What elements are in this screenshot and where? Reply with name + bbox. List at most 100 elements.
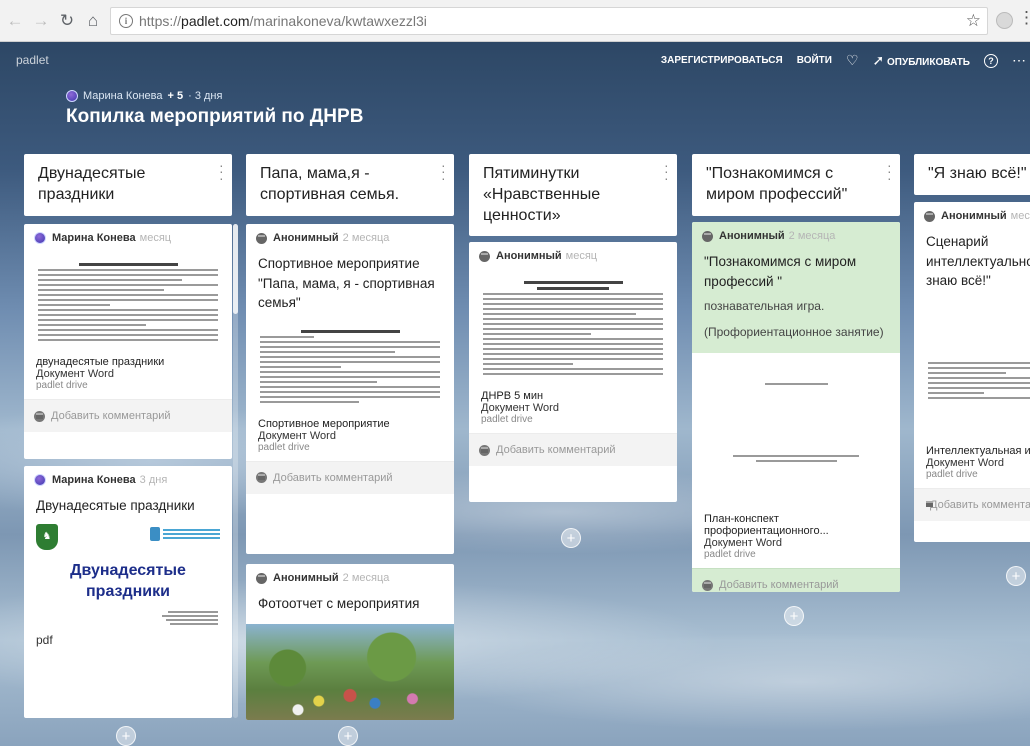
plus-icon: + [566, 529, 576, 547]
more-dots-icon[interactable]: ⋯ [1012, 52, 1026, 69]
post-card[interactable]: Анонимный месяц Сценарий интеллектуально… [914, 202, 1030, 542]
document-preview[interactable] [256, 320, 444, 412]
attachment-title[interactable]: Интеллектуальная игра [914, 443, 1030, 457]
post-author: Анонимный 2 месяца [692, 222, 900, 248]
anonymous-user-icon [256, 572, 267, 584]
info-icon[interactable]: i [119, 14, 133, 28]
attachment-type: pdf [36, 632, 53, 647]
plus-icon: + [789, 607, 799, 625]
post-author: Марина Конева 3 дня [24, 466, 232, 492]
back-arrow-icon[interactable]: ← [4, 10, 26, 32]
post-card[interactable]: Марина Конева месяц двунадесятые праздни… [24, 224, 232, 459]
post-author: Анонимный 2 месяца [246, 224, 454, 250]
author-name: Анонимный [496, 250, 562, 262]
post-time: месяц [1010, 210, 1030, 222]
post-author: Анонимный 2 месяца [246, 564, 454, 590]
column-header[interactable]: "Я знаю всё!" [914, 154, 1030, 195]
column-menu-icon[interactable]: · · · [219, 158, 224, 185]
forward-arrow-icon[interactable]: → [30, 10, 52, 32]
add-comment[interactable]: Добавить комментарий [914, 487, 1030, 521]
reload-icon[interactable]: ↻ [56, 10, 78, 32]
post-body-line: познавательная игра. [704, 299, 825, 314]
anonymous-user-icon [702, 230, 713, 242]
event-photo[interactable] [246, 623, 454, 720]
post-card[interactable]: Анонимный 2 месяца Спортивное мероприяти… [246, 224, 454, 554]
scrollbar-thumb[interactable] [233, 224, 238, 314]
browser-menu-icon[interactable]: ⋮ [1018, 8, 1030, 28]
user-icon [256, 472, 267, 484]
document-preview[interactable] [34, 254, 222, 350]
add-post-button[interactable]: + [116, 726, 136, 746]
home-icon[interactable]: ⌂ [82, 10, 104, 32]
post-title: Спортивное мероприятие "Папа, мама, я - … [258, 256, 435, 311]
share-arrow-icon: ➚ [872, 52, 885, 68]
login-link[interactable]: ВОЙТИ [797, 55, 832, 66]
column-title: Двунадесятые праздники [38, 165, 146, 203]
avatar[interactable] [66, 90, 78, 102]
attachment-title[interactable]: Спортивное мероприятие [246, 416, 454, 430]
add-comment[interactable]: Добавить комментарий [246, 460, 454, 494]
attachment-source: padlet drive [481, 414, 533, 425]
column-menu-icon[interactable]: · · · [441, 158, 446, 185]
post-card[interactable]: Анонимный месяц ДНРВ 5 мин Документ Word… [469, 242, 677, 502]
author-name: Анонимный [941, 210, 1007, 222]
post-card[interactable]: Анонимный 2 месяца Фотоотчет с мероприят… [246, 564, 454, 720]
column-header[interactable]: Пятиминутки «Нравственные ценности» · · · [469, 154, 677, 237]
padlet-board: padlet ЗАРЕГИСТРИРОВАТЬСЯ ВОЙТИ ♡ ➚ ОПУБ… [0, 42, 1030, 746]
attachment-type: Документ Word [481, 402, 559, 414]
add-post-button[interactable]: + [1006, 566, 1026, 586]
column-title: "Познакомимся с миром профессий" [706, 165, 848, 203]
add-comment[interactable]: Добавить комментарий [692, 568, 900, 592]
author-name: Анонимный [719, 230, 785, 242]
attachment-type: Документ Word [36, 368, 114, 380]
avatar [34, 474, 46, 486]
add-post-button[interactable]: + [784, 606, 804, 626]
publish-label: ОПУБЛИКОВАТЬ [887, 57, 970, 68]
attachment-title[interactable]: ДНРВ 5 мин [469, 388, 677, 402]
post-title: Сценарий интеллектуальной игры "Я знаю в… [926, 234, 1030, 289]
column-header[interactable]: "Познакомимся с миром профессий" · · · [692, 154, 900, 216]
add-comment-label: Добавить комментарий [273, 471, 393, 484]
add-post-button[interactable]: + [338, 726, 358, 746]
url-path: /marinakoneva/kwtawxezzl3i [249, 13, 427, 29]
post-author: Анонимный месяц [469, 242, 677, 268]
post-card[interactable]: Анонимный 2 месяца "Познакомимся с миром… [692, 222, 900, 592]
attachment-title[interactable]: План-конспект профориентационного... [692, 511, 900, 537]
signup-link[interactable]: ЗАРЕГИСТРИРОВАТЬСЯ [661, 55, 783, 66]
post-time: месяц [139, 232, 172, 244]
column-header[interactable]: Папа, мама,я - спортивная семья. · · · [246, 154, 454, 216]
board-author[interactable]: Марина Конева [83, 90, 162, 102]
add-comment-label: Добавить комментарий [496, 444, 616, 456]
address-bar[interactable]: i https://padlet.com/marinakoneva/kwtawx… [110, 7, 988, 35]
post-time: 2 месяца [342, 232, 390, 244]
plus-icon: + [1011, 567, 1021, 585]
add-comment[interactable]: Добавить комментарий [24, 399, 232, 432]
heart-icon[interactable]: ♡ [846, 52, 859, 69]
attachment-source: padlet drive [926, 468, 978, 480]
document-preview[interactable] [702, 357, 890, 508]
column-menu-icon[interactable]: · · · [664, 158, 669, 185]
post-time: 2 месяца [342, 572, 390, 584]
column-header[interactable]: Двунадесятые праздники · · · [24, 154, 232, 216]
attachment-source: padlet drive [704, 549, 756, 561]
document-preview[interactable] [924, 298, 1030, 439]
column-menu-icon[interactable]: · · · [887, 158, 892, 185]
column-title: "Я знаю всё!" [928, 165, 1027, 182]
add-comment[interactable]: Добавить комментарий [469, 433, 677, 466]
add-post-button[interactable]: + [561, 528, 581, 548]
avatar [34, 232, 46, 244]
publish-button[interactable]: ➚ ОПУБЛИКОВАТЬ [873, 52, 970, 69]
add-comment-label: Добавить комментарий [719, 579, 839, 592]
extension-icon[interactable] [996, 12, 1013, 29]
document-preview[interactable] [479, 272, 667, 384]
attachment-title[interactable]: двунадесятые праздники [24, 354, 232, 368]
add-comment-label: Добавить комментарий [930, 498, 1030, 511]
url-scheme: https:// [139, 13, 182, 29]
post-time: 2 месяца [788, 230, 836, 242]
post-card[interactable]: Марина Конева 3 дня Двунадесятые праздни… [24, 466, 232, 718]
padlet-logo[interactable]: padlet [16, 53, 49, 67]
column-scrollbar[interactable] [233, 224, 238, 718]
column-title: Папа, мама,я - спортивная семья. [260, 165, 400, 203]
help-icon[interactable]: ? [984, 53, 998, 68]
star-icon[interactable]: ☆ [966, 11, 981, 31]
